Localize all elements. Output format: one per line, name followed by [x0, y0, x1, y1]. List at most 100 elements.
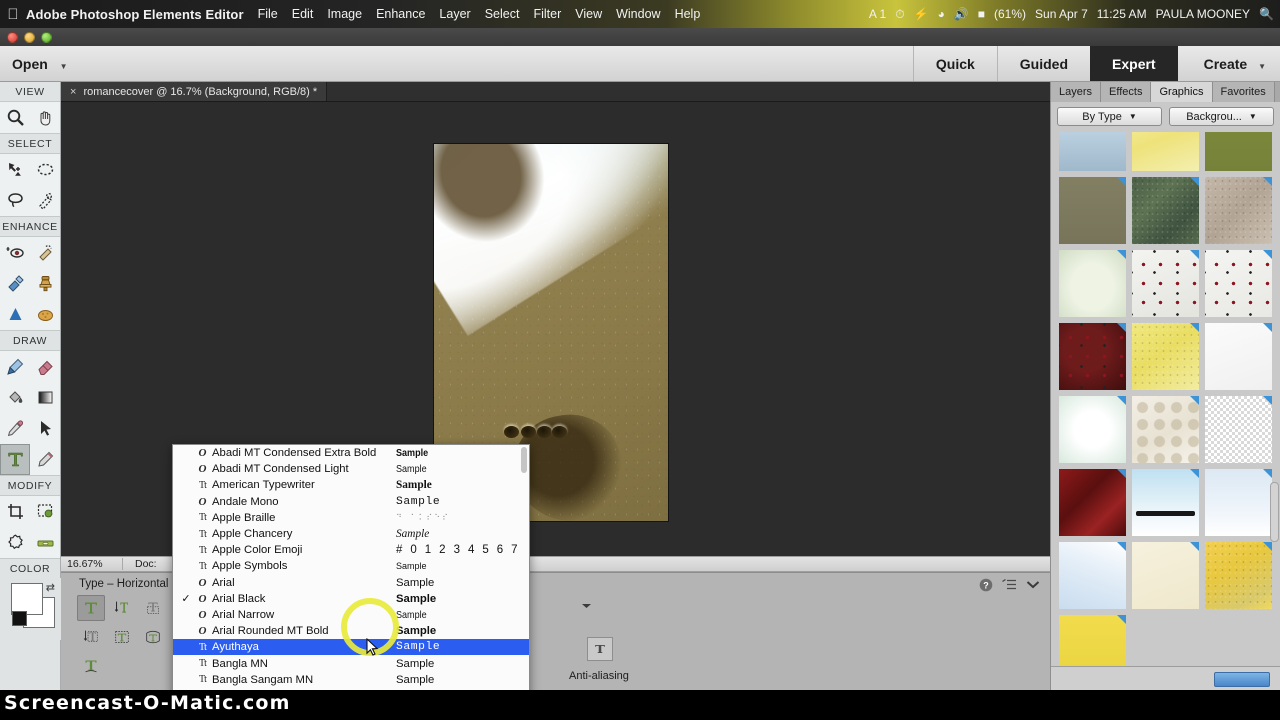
apply-graphic-button[interactable] [1214, 672, 1270, 687]
menubar-date[interactable]: Sun Apr 7 [1035, 7, 1088, 21]
filter-category-dropdown[interactable]: Backgrou... ▼ [1169, 107, 1274, 126]
zoom-level[interactable]: 16.67% [61, 558, 123, 570]
brush-tool[interactable] [0, 351, 30, 382]
lasso-tool[interactable] [0, 185, 30, 216]
vertical-type-tool-button[interactable] [108, 595, 136, 621]
search-icon[interactable]: 🔍 [1259, 7, 1274, 21]
font-menu-item[interactable]: Tt Bangla MN Sample [173, 655, 529, 671]
panel-menu-icon[interactable] [1002, 579, 1017, 591]
wifi-icon[interactable]: ◕ [938, 7, 945, 21]
graphic-thumbnail[interactable] [1205, 323, 1272, 390]
text-on-shape-tool-button[interactable] [139, 624, 167, 650]
tab-favorites[interactable]: Favorites [1212, 82, 1275, 102]
graphic-thumbnail[interactable] [1059, 469, 1126, 536]
mode-expert[interactable]: Expert [1090, 46, 1178, 81]
graphics-scrollbar-thumb[interactable] [1270, 482, 1279, 542]
document-tab[interactable]: × romancecover @ 16.7% (Background, RGB/… [61, 82, 328, 101]
menubar-app-name[interactable]: Adobe Photoshop Elements Editor [26, 7, 244, 22]
menu-filter[interactable]: Filter [533, 7, 561, 21]
volume-icon[interactable]: 🔊 [954, 7, 969, 21]
mode-quick[interactable]: Quick [912, 46, 997, 81]
close-window-button[interactable] [7, 31, 18, 43]
horizontal-type-tool-button[interactable] [77, 595, 105, 621]
chevron-down-icon[interactable] [1026, 580, 1040, 590]
swap-colors-icon[interactable]: ⇄ [46, 581, 55, 594]
graphic-thumbnail[interactable] [1132, 542, 1199, 609]
bluetooth-icon[interactable]: ⚡ [914, 7, 929, 21]
horizontal-type-mask-tool-button[interactable] [139, 595, 167, 621]
graphic-thumbnail[interactable] [1132, 250, 1199, 317]
font-menu-item[interactable]: Tt Apple Color Emoji # 0 1 2 3 4 5 6 7 [173, 542, 529, 558]
elliptical-marquee-tool[interactable] [30, 154, 60, 185]
graphic-thumbnail[interactable] [1205, 542, 1272, 609]
text-on-selection-tool-button[interactable] [108, 624, 136, 650]
quick-selection-tool[interactable] [30, 185, 60, 216]
menu-select[interactable]: Select [485, 7, 520, 21]
graphic-thumbnail[interactable] [1205, 132, 1272, 171]
type-tool[interactable] [0, 444, 30, 475]
graphic-thumbnail[interactable] [1132, 323, 1199, 390]
graphics-thumbnail-scroll[interactable] [1051, 132, 1280, 666]
apple-icon[interactable]:  [0, 7, 26, 22]
maximize-window-button[interactable] [41, 31, 52, 43]
menu-view[interactable]: View [575, 7, 602, 21]
graphic-thumbnail[interactable] [1132, 132, 1199, 171]
font-menu-item[interactable]: Tt Apple Chancery Sample [173, 526, 529, 542]
graphic-thumbnail[interactable] [1205, 469, 1272, 536]
menu-layer[interactable]: Layer [439, 7, 470, 21]
vertical-type-mask-tool-button[interactable] [77, 624, 105, 650]
graphic-thumbnail[interactable] [1132, 469, 1199, 536]
font-menu-item[interactable]: Tt Apple Braille ⠙ ⠁⠅⠎⠑⠎ [173, 510, 529, 526]
menu-help[interactable]: Help [675, 7, 701, 21]
font-menu-item[interactable]: ✓ O Arial Black Sample [173, 591, 529, 607]
menubar-clock[interactable]: 11:25 AM [1097, 7, 1147, 21]
red-eye-tool[interactable] [0, 237, 30, 268]
graphic-thumbnail[interactable] [1059, 615, 1126, 666]
graphic-thumbnail[interactable] [1132, 177, 1199, 244]
menu-edit[interactable]: Edit [292, 7, 314, 21]
menubar-user[interactable]: PAULA MOONEY [1156, 7, 1250, 21]
gradient-tool[interactable] [30, 382, 60, 413]
font-menu-item[interactable]: O Andale Mono Sample [173, 494, 529, 510]
color-picker-tool[interactable] [0, 413, 30, 444]
straighten-tool[interactable] [30, 527, 60, 558]
menu-enhance[interactable]: Enhance [376, 7, 425, 21]
help-icon[interactable]: ? [979, 578, 993, 592]
paint-bucket-tool[interactable] [0, 382, 30, 413]
create-button[interactable]: Create ▼ [1204, 56, 1266, 72]
recompose-tool[interactable] [30, 496, 60, 527]
graphic-thumbnail[interactable] [1132, 396, 1199, 463]
graphic-thumbnail[interactable] [1059, 177, 1126, 244]
default-colors-icon[interactable] [12, 611, 27, 626]
mode-guided[interactable]: Guided [996, 46, 1090, 81]
menu-window[interactable]: Window [616, 7, 660, 21]
graphic-thumbnail[interactable] [1205, 250, 1272, 317]
pencil-tool[interactable] [30, 444, 60, 475]
timemachine-icon[interactable]: ⏱ [895, 7, 904, 22]
font-family-menu[interactable]: O Abadi MT Condensed Extra Bold Sample O Aba… [172, 444, 530, 706]
zoom-tool[interactable] [0, 102, 30, 133]
font-menu-item[interactable]: Tt American Typewriter Sample [173, 477, 529, 493]
foreground-background-swatch[interactable]: ⇄ [0, 578, 61, 640]
open-button[interactable]: Open ▼ [12, 56, 68, 72]
eraser-tool[interactable] [30, 351, 60, 382]
font-menu-item[interactable]: O Arial Rounded MT Bold Sample [173, 623, 529, 639]
font-menu-item[interactable]: Tt Ayuthaya Sample [173, 639, 529, 656]
close-icon[interactable]: × [70, 86, 76, 98]
tab-effects[interactable]: Effects [1101, 82, 1152, 102]
smart-brush-tool[interactable] [0, 268, 30, 299]
clone-stamp-tool[interactable] [30, 268, 60, 299]
graphic-thumbnail[interactable] [1059, 250, 1126, 317]
font-style-preview[interactable] [587, 637, 613, 661]
font-family-dropdown-caret[interactable] [581, 597, 605, 613]
shape-selection-tool[interactable] [30, 413, 60, 444]
font-menu-item[interactable]: O Arial Sample [173, 575, 529, 591]
panel-menu-icon[interactable] [1275, 82, 1280, 102]
graphic-thumbnail[interactable] [1059, 542, 1126, 609]
font-menu-item[interactable]: O Abadi MT Condensed Light Sample [173, 461, 529, 477]
move-tool[interactable] [0, 154, 30, 185]
filter-by-type-dropdown[interactable]: By Type ▼ [1057, 107, 1162, 126]
tab-layers[interactable]: Layers [1051, 82, 1102, 102]
cookie-cutter-tool[interactable] [0, 527, 30, 558]
hand-tool[interactable] [30, 102, 60, 133]
